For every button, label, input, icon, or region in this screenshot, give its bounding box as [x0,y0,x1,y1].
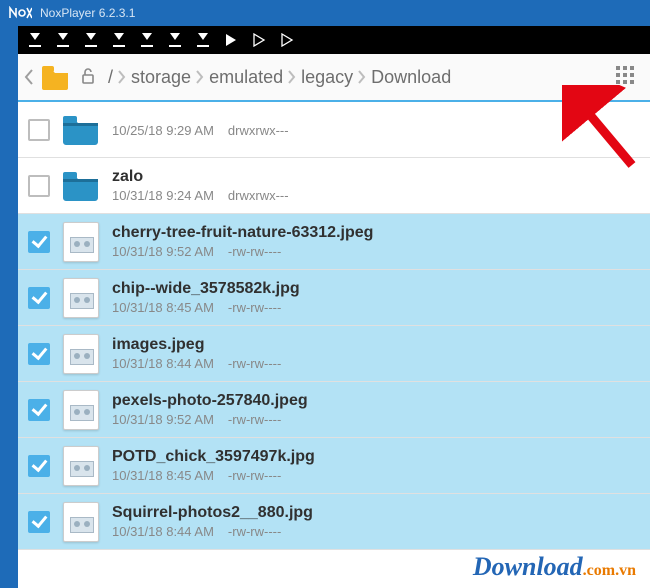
file-name: POTD_chick_3597497k.jpg [112,448,644,466]
file-row[interactable]: POTD_chick_3597497k.jpg 10/31/18 8:45 AM-… [18,438,650,494]
checkbox[interactable] [28,455,50,477]
file-info: pexels-photo-257840.jpeg 10/31/18 9:52 AM… [112,392,644,427]
file-name: pexels-photo-257840.jpeg [112,392,644,410]
download-icon[interactable] [82,31,100,49]
breadcrumb-root[interactable]: / [106,67,115,88]
home-folder-icon[interactable] [38,60,72,94]
file-permissions: -rw-rw---- [228,412,281,427]
file-permissions: -rw-rw---- [228,300,281,315]
chevron-right-icon [357,70,367,84]
unlock-icon[interactable] [78,66,100,88]
breadcrumb-item[interactable]: Download [369,67,453,88]
file-date: 10/31/18 8:45 AM [112,468,214,483]
checkbox[interactable] [28,343,50,365]
folder-icon [60,166,102,206]
file-row[interactable]: images.jpeg 10/31/18 8:44 AM -rw-rw---- [18,326,650,382]
nox-logo-icon [8,6,32,20]
file-permissions: -rw-rw---- [228,468,281,483]
file-info: chip--wide_3578582k.jpg 10/31/18 8:45 AM-… [112,280,644,315]
file-row[interactable]: zalo 10/31/18 9:24 AM drwxrwx--- [18,158,650,214]
file-date: 10/31/18 9:24 AM [112,188,214,203]
download-icon[interactable] [54,31,72,49]
breadcrumb-item[interactable]: legacy [299,67,355,88]
chevron-right-icon [117,70,127,84]
play-outline-icon[interactable] [250,31,268,49]
checkbox[interactable] [28,399,50,421]
chevron-right-icon [195,70,205,84]
file-info: cherry-tree-fruit-nature-63312.jpeg 10/31… [112,224,644,259]
image-file-icon [60,334,102,374]
menu-grid-icon[interactable] [616,66,638,88]
file-row[interactable]: chip--wide_3578582k.jpg 10/31/18 8:45 AM-… [18,270,650,326]
file-name: cherry-tree-fruit-nature-63312.jpeg [112,224,644,242]
file-permissions: drwxrwx--- [228,188,289,203]
checkbox[interactable] [28,119,50,141]
download-icon[interactable] [138,31,156,49]
file-info: Squirrel-photos2__880.jpg 10/31/18 8:44 A… [112,504,644,539]
download-icon[interactable] [194,31,212,49]
file-list[interactable]: 10/25/18 9:29 AM drwxrwx--- zalo 10/31/18 9… [18,102,650,588]
image-file-icon [60,222,102,262]
image-file-icon [60,390,102,430]
file-name: images.jpeg [112,336,644,354]
app-title: NoxPlayer 6.2.3.1 [40,6,135,20]
file-row[interactable]: 10/25/18 9:29 AM drwxrwx--- [18,102,650,158]
file-info: zalo 10/31/18 9:24 AM drwxrwx--- [112,168,644,203]
download-toolbar [18,26,650,54]
folder-icon [60,110,102,150]
file-date: 10/31/18 8:45 AM [112,300,214,315]
file-row[interactable]: pexels-photo-257840.jpeg 10/31/18 9:52 AM… [18,382,650,438]
app-window: / storage emulated legacy Download 10/25… [18,26,650,588]
download-icon[interactable] [26,31,44,49]
play-icon[interactable] [222,31,240,49]
file-date: 10/31/18 9:52 AM [112,412,214,427]
watermark: Download.com.vn [473,552,636,582]
file-date: 10/31/18 9:52 AM [112,244,214,259]
file-info: POTD_chick_3597497k.jpg 10/31/18 8:45 AM-… [112,448,644,483]
chevron-right-icon [287,70,297,84]
file-date: 10/31/18 8:44 AM [112,524,214,539]
image-file-icon [60,502,102,542]
download-icon[interactable] [166,31,184,49]
file-permissions: drwxrwx--- [228,123,289,138]
file-info: images.jpeg 10/31/18 8:44 AM -rw-rw---- [112,336,644,371]
image-file-icon [60,278,102,318]
checkbox[interactable] [28,175,50,197]
back-chevron-icon[interactable] [24,68,36,86]
file-name: zalo [112,168,644,186]
file-name: chip--wide_3578582k.jpg [112,280,644,298]
checkbox[interactable] [28,231,50,253]
file-date: 10/25/18 9:29 AM [112,123,214,138]
play-outline-icon[interactable] [278,31,296,49]
file-name: Squirrel-photos2__880.jpg [112,504,644,522]
file-date: 10/31/18 8:44 AM [112,356,214,371]
file-row[interactable]: cherry-tree-fruit-nature-63312.jpeg 10/31… [18,214,650,270]
checkbox[interactable] [28,287,50,309]
breadcrumb-item[interactable]: storage [129,67,193,88]
file-row[interactable]: Squirrel-photos2__880.jpg 10/31/18 8:44 A… [18,494,650,550]
file-permissions: -rw-rw---- [228,244,281,259]
breadcrumb-item[interactable]: emulated [207,67,285,88]
breadcrumb-bar: / storage emulated legacy Download [18,54,650,102]
download-icon[interactable] [110,31,128,49]
titlebar: NoxPlayer 6.2.3.1 [0,0,650,26]
file-permissions: -rw-rw---- [228,356,281,371]
checkbox[interactable] [28,511,50,533]
file-permissions: -rw-rw---- [228,524,281,539]
image-file-icon [60,446,102,486]
file-info: 10/25/18 9:29 AM drwxrwx--- [112,121,644,138]
